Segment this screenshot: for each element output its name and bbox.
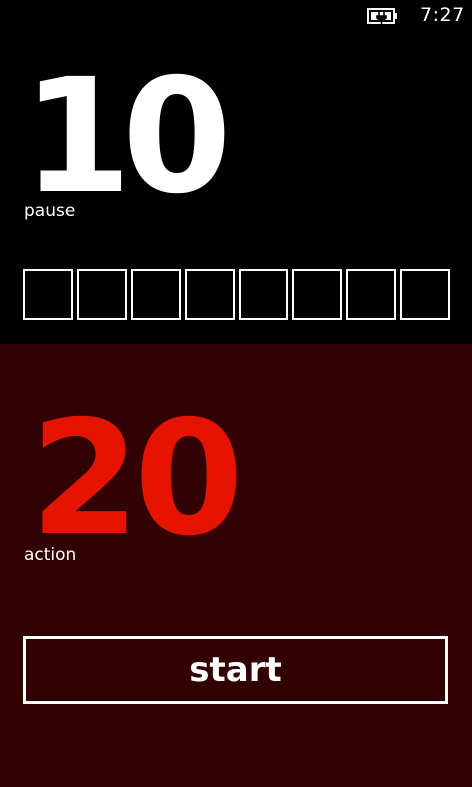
- pause-label: pause: [24, 201, 76, 221]
- progress-box: [346, 269, 397, 320]
- progress-box: [400, 269, 450, 320]
- progress-box: [184, 269, 235, 320]
- battery-charging-icon: [367, 8, 397, 24]
- action-seconds-value[interactable]: 20: [30, 400, 244, 558]
- start-button[interactable]: start: [23, 636, 448, 704]
- rounds-progress: [23, 269, 450, 320]
- progress-box: [23, 269, 73, 320]
- pause-section: 10 pause: [0, 32, 472, 344]
- progress-box: [76, 269, 127, 320]
- status-clock: 7:27: [420, 4, 465, 26]
- action-label: action: [24, 545, 77, 565]
- progress-box: [130, 269, 181, 320]
- pause-seconds-value[interactable]: 10: [22, 58, 232, 216]
- action-section: 20 action start: [0, 344, 472, 787]
- status-bar: 7:27: [0, 0, 472, 32]
- progress-box: [292, 269, 343, 320]
- progress-box: [238, 269, 289, 320]
- interval-timer-app: 7:27 10 pause 20 action start: [0, 0, 472, 787]
